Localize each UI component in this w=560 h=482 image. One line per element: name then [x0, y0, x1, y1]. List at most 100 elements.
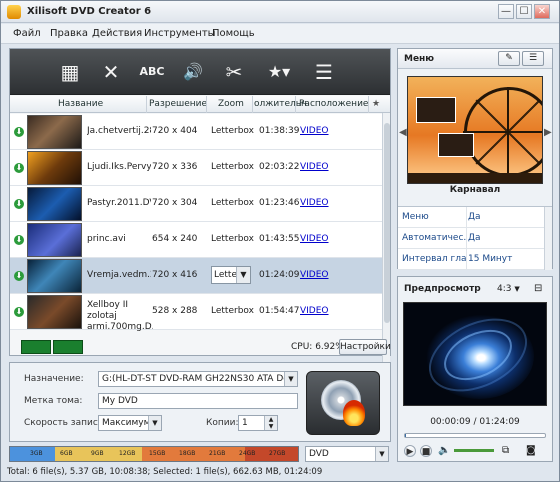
- aspect-ratio-dropdown[interactable]: 4:3 ▼: [494, 282, 528, 297]
- col-resolution[interactable]: Разрешение: [149, 99, 207, 109]
- file-location-link[interactable]: VIDEO: [300, 234, 329, 244]
- include-check-icon[interactable]: ⬇: [14, 127, 24, 137]
- properties-scrollbar[interactable]: [544, 207, 552, 270]
- status-bar: Total: 6 file(s), 5.37 GB, 10:08:38; Sel…: [7, 467, 323, 477]
- menu-edit[interactable]: Правка: [50, 28, 88, 39]
- disc-type-value: DVD: [309, 449, 329, 459]
- menu-list-icon[interactable]: ☰: [522, 51, 544, 66]
- file-location-link[interactable]: VIDEO: [300, 306, 329, 316]
- menu-actions[interactable]: Действия: [92, 28, 142, 39]
- prev-template-icon[interactable]: ◀: [399, 127, 407, 138]
- next-template-icon[interactable]: ▶: [544, 127, 552, 138]
- close-button[interactable]: ✕: [534, 4, 550, 19]
- file-zoom[interactable]: Letterbox: [211, 162, 254, 172]
- add-video-icon[interactable]: ▦: [56, 59, 84, 85]
- cut-icon[interactable]: ✂: [220, 59, 248, 85]
- property-key: Меню: [402, 212, 429, 222]
- stepper-arrows-icon[interactable]: ▲ ▼: [264, 416, 277, 430]
- chevron-down-icon[interactable]: ▼: [375, 447, 388, 461]
- preview-screen: [403, 302, 547, 406]
- property-row[interactable]: Интервал глав 15 Минут: [398, 249, 544, 270]
- scrollbar-thumb[interactable]: [384, 123, 390, 323]
- table-row[interactable]: ⬇ Pastyr.2011.DV... 720 x 304 Letterbox …: [10, 186, 382, 222]
- include-check-icon[interactable]: ⬇: [14, 307, 24, 317]
- table-row-selected[interactable]: ⬇ Vremja.vedm.2... 720 x 416 Lette ▼ 01:…: [10, 258, 382, 294]
- copies-stepper[interactable]: 1 ▲ ▼: [238, 415, 278, 431]
- file-location-link[interactable]: VIDEO: [300, 270, 329, 280]
- file-duration: 02:03:22: [259, 162, 300, 172]
- property-value[interactable]: Да: [468, 212, 481, 222]
- include-check-icon[interactable]: ⬇: [14, 235, 24, 245]
- table-row[interactable]: ⬇ Ja.chetvertij.28... 720 x 404 Letterbo…: [10, 114, 382, 150]
- property-value[interactable]: 15 Минут: [468, 254, 512, 264]
- menu-template-name: Карнавал: [449, 185, 501, 195]
- table-row[interactable]: ⬇ Xellboy II zolotaj armi.700mg.D... 528…: [10, 294, 382, 332]
- file-duration: 01:24:09: [259, 270, 300, 280]
- menu-thumb-slot: [416, 97, 456, 123]
- zoom-dropdown[interactable]: Lette ▼: [211, 266, 251, 284]
- chevron-down-icon[interactable]: ▼: [148, 416, 161, 430]
- edit-menu-icon[interactable]: ✎: [498, 51, 520, 66]
- property-value[interactable]: Да: [468, 233, 481, 243]
- maximize-button[interactable]: ☐: [516, 4, 532, 19]
- volume-input[interactable]: My DVD: [98, 393, 298, 409]
- snapshot-mode-icon[interactable]: ⧉: [502, 445, 509, 456]
- volume-slider[interactable]: [454, 449, 494, 452]
- menu-help[interactable]: Помощь: [212, 28, 255, 39]
- file-resolution: 720 x 304: [152, 198, 198, 208]
- play-icon[interactable]: ▶: [404, 445, 416, 457]
- file-zoom[interactable]: Letterbox: [211, 126, 254, 136]
- speed-dropdown[interactable]: Максимум ▼: [98, 415, 162, 431]
- audio-icon[interactable]: 🔊: [179, 59, 207, 85]
- effects-icon[interactable]: ★▾: [261, 59, 297, 85]
- file-zoom[interactable]: Letterbox: [211, 306, 254, 316]
- file-location-link[interactable]: VIDEO: [300, 198, 329, 208]
- menu-template-preview[interactable]: [407, 76, 543, 184]
- col-location[interactable]: Расположение: [299, 99, 368, 109]
- include-check-icon[interactable]: ⬇: [14, 199, 24, 209]
- file-location-link[interactable]: VIDEO: [300, 126, 329, 136]
- snapshot-settings-icon[interactable]: ⊟: [534, 283, 542, 294]
- menu-properties: Меню Да Автоматичес... Да Интервал глав …: [398, 206, 552, 270]
- property-row[interactable]: Меню Да: [398, 207, 544, 228]
- col-zoom[interactable]: Zoom: [218, 99, 244, 109]
- remove-icon[interactable]: ✕: [97, 59, 125, 85]
- table-row[interactable]: ⬇ princ.avi 654 x 240 Letterbox 01:43:55…: [10, 222, 382, 258]
- col-name[interactable]: Название: [58, 99, 103, 109]
- chevron-down-icon[interactable]: ▼: [236, 267, 250, 283]
- settings-button[interactable]: Настройки: [339, 339, 391, 355]
- property-row[interactable]: Автоматичес... Да: [398, 228, 544, 249]
- target-dropdown[interactable]: G:(HL-DT-ST DVD-RAM GH22NS30 ATA Device)…: [98, 371, 298, 387]
- minimize-button[interactable]: —: [498, 4, 514, 19]
- chevron-down-icon[interactable]: ▼: [284, 372, 297, 386]
- menu-tools[interactable]: Инструменты: [144, 28, 216, 39]
- burn-button[interactable]: [306, 371, 380, 435]
- file-zoom[interactable]: Letterbox: [211, 234, 254, 244]
- camera-icon[interactable]: ◙: [526, 445, 536, 456]
- volume-value: My DVD: [102, 396, 138, 406]
- seek-bar[interactable]: [404, 433, 546, 438]
- volume-label: Метка тома:: [24, 396, 83, 406]
- column-chooser-icon[interactable]: ★: [372, 99, 380, 109]
- file-list-panel: ▦ ✕ ABC 🔊 ✂ ★▾ ☰ Название Разрешение Zoo…: [9, 48, 391, 380]
- file-name: Ljudi.Iks.Pervyj...: [87, 162, 151, 172]
- volume-icon[interactable]: 🔈: [438, 445, 450, 456]
- file-resolution: 654 x 240: [152, 234, 198, 244]
- file-resolution: 528 x 288: [152, 306, 198, 316]
- chapters-icon[interactable]: ☰: [310, 59, 338, 85]
- file-duration: 01:54:47: [259, 306, 300, 316]
- video-thumbnail: [27, 259, 82, 293]
- include-check-icon[interactable]: ⬇: [14, 163, 24, 173]
- file-zoom[interactable]: Letterbox: [211, 198, 254, 208]
- table-row[interactable]: ⬇ Ljudi.Iks.Pervyj... 720 x 336 Letterbo…: [10, 150, 382, 186]
- speed-label: Скорость записи:: [24, 418, 107, 428]
- stop-icon[interactable]: ■: [420, 445, 432, 457]
- subtitle-icon[interactable]: ABC: [138, 59, 166, 85]
- include-check-icon[interactable]: ⬇: [14, 271, 24, 281]
- target-value: G:(HL-DT-ST DVD-RAM GH22NS30 ATA Device): [102, 374, 298, 384]
- file-location-link[interactable]: VIDEO: [300, 162, 329, 172]
- menu-file[interactable]: Файл: [13, 28, 41, 39]
- vertical-scrollbar[interactable]: [382, 113, 390, 369]
- disc-type-dropdown[interactable]: DVD ▼: [305, 446, 389, 462]
- property-key: Автоматичес...: [402, 233, 466, 243]
